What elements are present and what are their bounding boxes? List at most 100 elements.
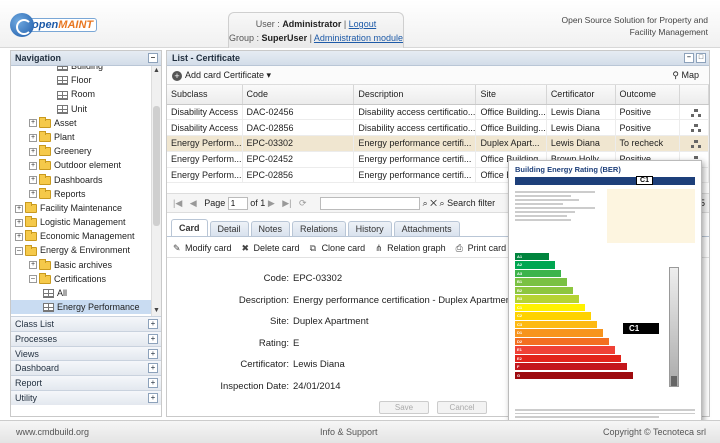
scroll-up-icon[interactable]: ▲ — [152, 66, 161, 76]
accordion-class-list[interactable]: Class List + — [11, 316, 161, 331]
expand-icon[interactable]: + — [148, 348, 158, 359]
refresh-icon[interactable]: ⟳ — [299, 198, 307, 208]
tree-item[interactable]: Floor — [11, 73, 151, 87]
delete-card-button[interactable]: ✖ Delete card — [242, 243, 300, 253]
tree-item[interactable]: + Facility Maintenance — [11, 201, 151, 215]
expand-icon[interactable]: + — [29, 119, 37, 128]
cell-relations[interactable] — [679, 104, 709, 121]
column-header[interactable]: Description — [353, 85, 477, 105]
tree-item[interactable]: + Logistic Management — [11, 215, 151, 229]
relation-tree-icon[interactable] — [691, 140, 702, 149]
logout-link[interactable]: Logout — [349, 19, 377, 29]
cell-relations[interactable] — [679, 119, 709, 137]
table-row[interactable]: Energy Perform... EPC-03302 Energy perform… — [167, 135, 709, 152]
tree-item-label: Certifications — [54, 273, 107, 284]
expand-icon[interactable]: + — [148, 392, 158, 403]
collapse-icon[interactable]: – — [29, 275, 37, 284]
column-header[interactable]: Certificator — [546, 85, 616, 105]
add-card-button[interactable]: + Add card Certificate ▾ — [172, 70, 271, 81]
first-page-icon[interactable]: |◀ — [173, 198, 182, 208]
scroll-down-icon[interactable]: ▼ — [152, 306, 161, 316]
rating-band: E1 — [515, 346, 615, 354]
prev-page-icon[interactable]: ◀ — [190, 198, 197, 208]
tree-item[interactable]: Room — [11, 87, 151, 101]
cancel-button[interactable]: Cancel — [437, 401, 487, 414]
tree-item[interactable]: + Basic archives — [11, 258, 151, 272]
expand-icon[interactable]: + — [29, 161, 37, 170]
tree-item[interactable]: Energy Performance — [11, 300, 151, 315]
expand-icon[interactable]: + — [148, 319, 158, 329]
tree-item[interactable]: All — [11, 286, 151, 300]
scroll-thumb[interactable] — [153, 106, 160, 226]
accordion-report[interactable]: Report + — [11, 375, 161, 390]
tagline: Open Source Solution for Property and Fa… — [561, 15, 708, 37]
tree-scrollbar[interactable]: ▲ ▼ — [151, 66, 161, 316]
table-row[interactable]: Disability Access DAC-02856 Disability acc… — [167, 119, 709, 137]
expand-icon[interactable]: + — [15, 232, 23, 241]
map-button[interactable]: ⚲ Map — [672, 66, 699, 85]
tree-item[interactable]: + Plant — [11, 130, 151, 144]
expand-icon[interactable]: + — [15, 218, 23, 227]
tree-item[interactable]: Unit — [11, 102, 151, 116]
relation-tree-icon[interactable] — [691, 108, 702, 117]
save-button[interactable]: Save — [379, 401, 429, 414]
relation-graph-button[interactable]: ⋔ Relation graph — [375, 243, 446, 253]
tab-notes[interactable]: Notes — [250, 221, 291, 236]
website-link[interactable]: www.cmdbuild.org — [16, 421, 89, 443]
openmaint-logo: openMAINT — [10, 12, 100, 38]
collapse-icon[interactable]: – — [148, 53, 158, 63]
accordion-processes[interactable]: Processes + — [11, 330, 161, 346]
next-page-icon[interactable]: ▶ — [268, 198, 275, 208]
expand-icon[interactable]: + — [148, 333, 158, 344]
column-header[interactable]: Code — [242, 85, 355, 105]
tab-card[interactable]: Card — [171, 219, 208, 236]
form-field: Code: EPC-03302 — [167, 273, 507, 287]
rating-band: D1 — [515, 329, 603, 337]
column-header[interactable]: Site — [475, 85, 547, 105]
accordion-views[interactable]: Views + — [11, 345, 161, 361]
tree-item[interactable]: + Asset — [11, 116, 151, 130]
search-filter-button[interactable]: ⌕ Search filter — [440, 198, 496, 208]
rating-band: C3 — [515, 320, 597, 329]
table-row[interactable]: Disability Access DAC-02456 Disability acc… — [167, 104, 709, 121]
tab-detail[interactable]: Detail — [209, 221, 249, 236]
column-header[interactable]: Subclass — [167, 85, 243, 105]
maximize-icon[interactable]: □ — [696, 53, 706, 63]
relation-tree-icon[interactable] — [691, 124, 702, 133]
tree-item[interactable]: – Energy & Environment — [11, 243, 151, 257]
tree-item[interactable]: + Reports — [11, 187, 151, 201]
quick-search-input[interactable] — [320, 197, 421, 211]
tab-attachments[interactable]: Attachments — [393, 221, 460, 236]
tree-item[interactable]: + Outdoor element — [11, 158, 151, 172]
tree-item[interactable]: + Greenery — [11, 144, 151, 158]
expand-icon[interactable]: + — [29, 133, 37, 142]
expand-icon[interactable]: + — [29, 190, 37, 199]
accordion-dashboard[interactable]: Dashboard + — [11, 360, 161, 376]
print-card-button[interactable]: ⎙Print card ▾ — [456, 243, 514, 253]
expand-icon[interactable]: + — [29, 261, 37, 270]
tab-history[interactable]: History — [347, 221, 392, 236]
tree-item[interactable]: Building — [11, 66, 151, 73]
page-input[interactable] — [227, 197, 248, 211]
column-header[interactable]: Outcome — [615, 85, 681, 105]
tree-item[interactable]: + Economic Management — [11, 229, 151, 243]
modify-card-button[interactable]: ✎ Modify card — [173, 243, 232, 253]
minimize-icon[interactable]: – — [684, 53, 694, 63]
search-clear-icon[interactable]: ⌕ ✕ — [423, 198, 437, 208]
collapse-icon[interactable]: – — [15, 247, 23, 256]
admin-module-link[interactable]: Administration module — [314, 33, 403, 43]
clone-card-button[interactable]: ⧉ Clone card — [310, 243, 366, 253]
tree-item[interactable]: + Dashboards — [11, 173, 151, 187]
cell-relations[interactable] — [679, 135, 709, 152]
info-support-link[interactable]: Info & Support — [320, 421, 378, 443]
last-page-icon[interactable]: ▶| — [282, 198, 291, 208]
tab-relations[interactable]: Relations — [292, 221, 346, 236]
expand-icon[interactable]: + — [148, 363, 158, 374]
expand-icon[interactable]: + — [148, 378, 158, 389]
expand-icon[interactable]: + — [29, 147, 37, 156]
expand-icon[interactable]: + — [15, 204, 23, 213]
expand-icon[interactable]: + — [29, 176, 37, 185]
accordion-utility[interactable]: Utility + — [11, 389, 161, 405]
user-name: Administrator — [282, 19, 342, 29]
tree-item[interactable]: – Certifications — [11, 272, 151, 286]
